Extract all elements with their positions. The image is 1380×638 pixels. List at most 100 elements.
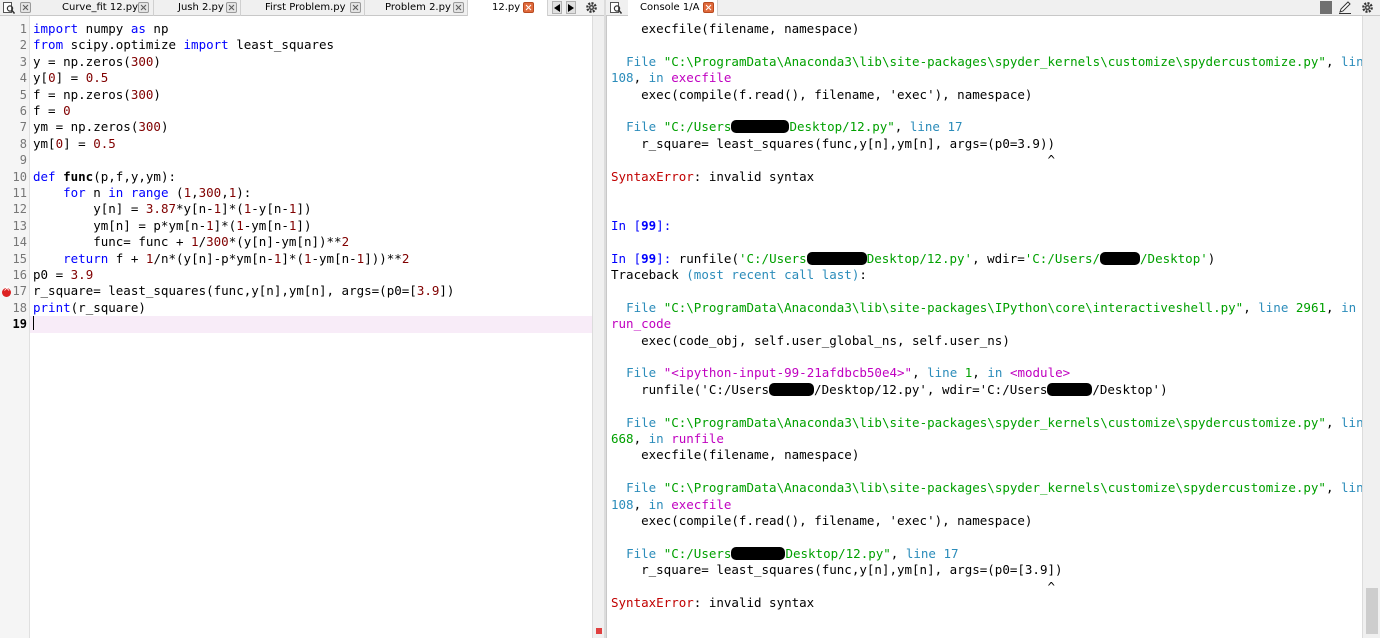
- code-line-7: ym = np.zeros(300): [33, 119, 169, 135]
- code-line-17: r_square= least_squares(func,y[n],ym[n],…: [33, 283, 455, 299]
- code-line-18: print(r_square): [33, 299, 146, 315]
- line-number: 16: [12, 268, 27, 282]
- console-line: SyntaxError: invalid syntax: [611, 595, 815, 610]
- redacted-mark: [731, 120, 790, 134]
- console-line: File "C:\ProgramData\Anaconda3\lib\site-…: [626, 480, 1362, 496]
- console-line: File "C:\ProgramData\Anaconda3\lib\site-…: [626, 53, 1362, 69]
- code-line-1: import numpy as np: [33, 21, 169, 36]
- line-number: 1: [19, 22, 27, 36]
- tab-label: First Problem.py: [265, 2, 346, 13]
- line-number: 15: [12, 251, 27, 266]
- console-line: r_square= least_squares(func,y[n],ym[n],…: [611, 135, 1056, 151]
- scrollbar-thumb[interactable]: [1366, 588, 1378, 634]
- console-line: 108, in execfile: [611, 496, 732, 512]
- code-editor[interactable]: import numpy as np from scipy.optimize i…: [30, 16, 592, 638]
- code-line-11: for n in range (1,300,1):: [63, 185, 252, 200]
- redacted-mark: [1100, 251, 1141, 265]
- console-line: File "C:\ProgramData\Anaconda3\lib\site-…: [626, 299, 1357, 315]
- editor-scrollbar[interactable]: [592, 16, 604, 638]
- line-number: 6: [19, 104, 27, 118]
- search-doc-icon[interactable]: [610, 2, 622, 14]
- square-stop-icon[interactable]: [1320, 1, 1332, 14]
- console-tab-bar: Console 1/A: [606, 0, 1380, 16]
- code-line-15: return f + 1/n*(y[n]-p*ym[n-1]*(1-ym[n-1…: [63, 250, 410, 266]
- tab-problem-2[interactable]: Problem 2.py: [365, 0, 468, 16]
- code-line-19: [30, 316, 592, 333]
- tab-label: 12.py: [492, 2, 521, 13]
- console-line: run_code: [611, 316, 672, 332]
- arrow-left-icon[interactable]: [552, 1, 562, 14]
- line-number: 13: [12, 218, 27, 233]
- console-line: exec(compile(f.read(), filename, 'exec')…: [611, 86, 1033, 102]
- line-number: 7: [19, 120, 27, 135]
- console-line: File "C:/Users Desktop/12.py", line 17: [626, 545, 959, 561]
- line-number: 4: [19, 71, 27, 86]
- tab-label: Problem 2.py: [385, 2, 451, 13]
- console-line: SyntaxError: invalid syntax: [611, 168, 815, 184]
- close-icon[interactable]: [453, 2, 464, 13]
- line-number: 19: [12, 317, 27, 332]
- close-icon[interactable]: [138, 2, 149, 13]
- console-line: File "<ipython-input-99-21afdbcb50e4>", …: [626, 365, 1071, 381]
- close-icon[interactable]: [523, 2, 534, 13]
- ipython-console[interactable]: execfile(filename, namespace) File "C:\P…: [606, 16, 1362, 638]
- line-number: 14: [12, 235, 27, 250]
- line-number: 18: [12, 300, 27, 315]
- close-icon[interactable]: [20, 2, 31, 13]
- line-number: 17: [12, 284, 27, 299]
- console-line: execfile(filename, namespace): [611, 21, 860, 36]
- line-number: 11: [12, 186, 27, 200]
- tab-console-1a[interactable]: Console 1/A: [628, 0, 718, 16]
- arrow-right-icon[interactable]: [566, 1, 576, 14]
- console-line: exec(code_obj, self.user_global_ns, self…: [611, 332, 1010, 348]
- line-number: 10: [12, 169, 27, 184]
- console-line: ^: [611, 578, 1056, 594]
- console-line: 668, in runfile: [611, 431, 724, 446]
- console-line: Traceback (most recent call last):: [611, 267, 867, 282]
- line-number-gutter: 12345678910111213141516171819: [0, 16, 30, 638]
- code-line-10: def func(p,f,y,ym):: [33, 168, 177, 184]
- console-line: execfile(filename, namespace): [611, 447, 860, 463]
- gear-icon[interactable]: [585, 1, 598, 14]
- code-line-8: ym[0] = 0.5: [33, 135, 116, 151]
- code-line-6: f = 0: [33, 103, 71, 118]
- close-icon[interactable]: [350, 2, 361, 13]
- error-marker-icon: [2, 284, 11, 297]
- line-number: 8: [19, 136, 27, 151]
- console-line: File "C:\ProgramData\Anaconda3\lib\site-…: [626, 414, 1362, 430]
- line-number: 12: [12, 202, 27, 217]
- tab-jush-2[interactable]: Jush 2.py: [154, 0, 241, 16]
- tab-curve-fit-12[interactable]: Curve_fit 12.py: [34, 0, 154, 16]
- pencil-icon[interactable]: [1338, 1, 1352, 14]
- tab-label: Jush 2.py: [178, 2, 224, 13]
- code-line-4: y[0] = 0.5: [33, 70, 109, 86]
- console-line: File "C:/Users Desktop/12.py", line 17: [626, 119, 963, 135]
- redacted-mark: [731, 546, 786, 560]
- code-line-16: p0 = 3.9: [33, 267, 94, 282]
- redacted-mark: [769, 382, 815, 396]
- console-line: exec(compile(f.read(), filename, 'exec')…: [611, 513, 1033, 528]
- code-area[interactable]: import numpy as np from scipy.optimize i…: [30, 16, 592, 361]
- console-line: ^: [611, 152, 1056, 168]
- code-line-14: func= func + 1/300*(y[n]-ym[n])**2: [33, 234, 350, 250]
- console-scrollbar[interactable]: [1362, 16, 1380, 638]
- line-number: 9: [19, 153, 27, 168]
- gear-icon[interactable]: [1361, 1, 1374, 14]
- tab-label: Curve_fit 12.py: [62, 2, 139, 13]
- close-icon[interactable]: [703, 2, 714, 13]
- code-line-2: from scipy.optimize import least_squares: [33, 37, 335, 53]
- search-doc-icon[interactable]: [3, 2, 15, 14]
- line-number: 5: [19, 87, 27, 102]
- console-line: r_square= least_squares(func,y[n],ym[n],…: [611, 562, 1063, 578]
- tab-label: Console 1/A: [640, 2, 700, 13]
- code-line-5: f = np.zeros(300): [33, 86, 161, 102]
- text-cursor: [33, 316, 34, 331]
- close-icon[interactable]: [226, 2, 237, 13]
- code-line-13: ym[n] = p*ym[n-1]*(1-ym[n-1]): [33, 217, 312, 233]
- tab-first-problem[interactable]: First Problem.py: [241, 0, 365, 16]
- tab-12-py[interactable]: 12.py: [468, 0, 548, 16]
- console-line: runfile('C:/Users/Desktop/12.py', wdir='…: [611, 381, 1168, 397]
- console-line: In [99]: runfile('C:/Users Desktop/12.py'…: [611, 250, 1216, 266]
- editor-tab-bar: Curve_fit 12.py Jush 2.py First Problem.…: [0, 0, 604, 16]
- console-prompt: In [99]:: [611, 217, 672, 233]
